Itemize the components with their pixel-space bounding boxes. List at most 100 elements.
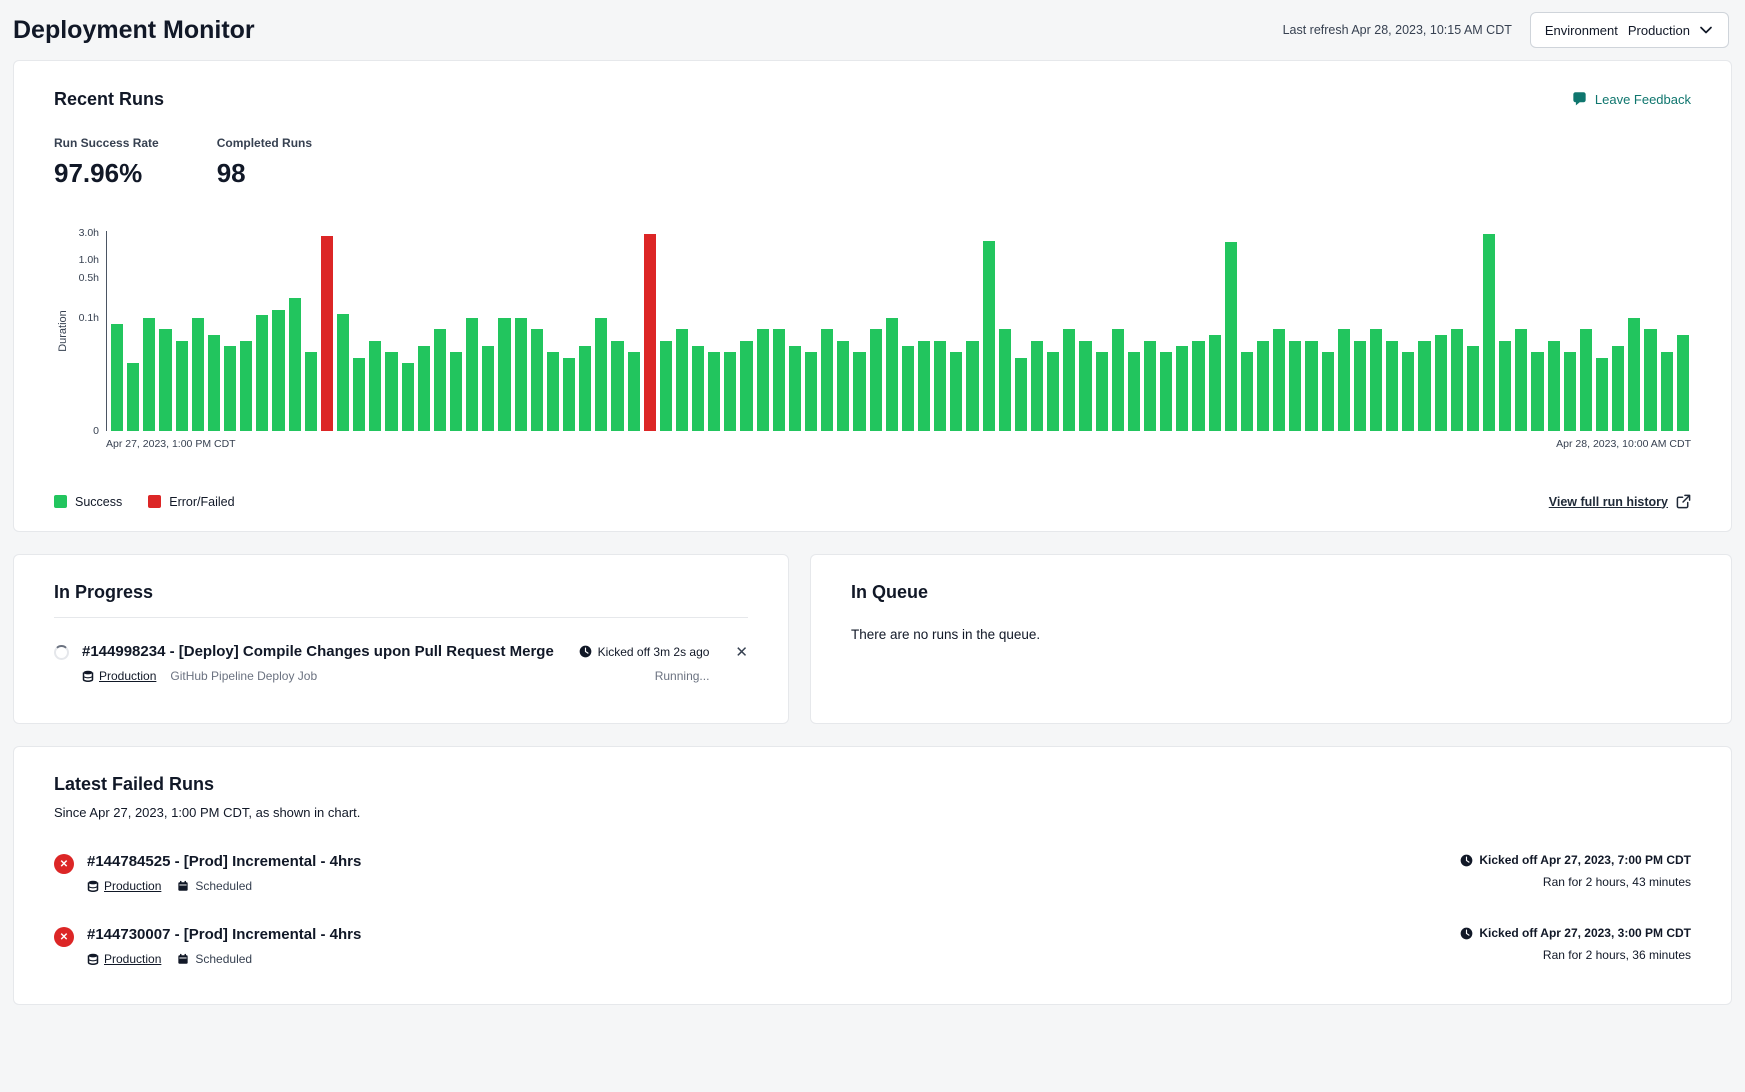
chart-bar-success[interactable]: [1096, 352, 1108, 431]
chart-bar-success[interactable]: [934, 341, 946, 431]
chart-bar-success[interactable]: [1241, 352, 1253, 431]
chart-bar-success[interactable]: [1515, 329, 1527, 431]
chart-bar-success[interactable]: [1015, 358, 1027, 431]
chart-bar-success[interactable]: [127, 363, 139, 431]
chart-bar-success[interactable]: [853, 352, 865, 431]
chart-bar-success[interactable]: [1354, 341, 1366, 431]
close-icon[interactable]: ✕: [735, 645, 748, 660]
chart-bar-success[interactable]: [434, 329, 446, 431]
chart-bar-success[interactable]: [402, 363, 414, 431]
chart-bar-success[interactable]: [1322, 352, 1334, 431]
chart-bar-success[interactable]: [1435, 335, 1447, 431]
chart-bar-success[interactable]: [1402, 352, 1414, 431]
chart-bar-success[interactable]: [886, 318, 898, 431]
chart-bar-success[interactable]: [724, 352, 736, 431]
chart-bar-success[interactable]: [1305, 341, 1317, 431]
chart-bar-success[interactable]: [208, 335, 220, 431]
chart-bar-success[interactable]: [1112, 329, 1124, 431]
leave-feedback-button[interactable]: Leave Feedback: [1571, 91, 1691, 108]
chart-bar-success[interactable]: [1273, 329, 1285, 431]
chart-bar-success[interactable]: [385, 352, 397, 431]
chart-bar-success[interactable]: [740, 341, 752, 431]
chart-bar-success[interactable]: [143, 318, 155, 431]
chart-bar-success[interactable]: [805, 352, 817, 431]
chart-bar-error[interactable]: [321, 236, 333, 431]
chart-bar-success[interactable]: [902, 346, 914, 431]
chart-bar-success[interactable]: [353, 358, 365, 431]
chart-bar-success[interactable]: [1451, 329, 1463, 431]
chart-bar-success[interactable]: [1338, 329, 1350, 431]
chart-bar-success[interactable]: [224, 346, 236, 431]
chart-bar-success[interactable]: [337, 314, 349, 431]
chart-bar-success[interactable]: [1661, 352, 1673, 431]
chart-bar-success[interactable]: [289, 298, 301, 431]
chart-bar-success[interactable]: [918, 341, 930, 431]
chart-bar-success[interactable]: [595, 318, 607, 431]
chart-bar-success[interactable]: [1144, 341, 1156, 431]
chart-bar-success[interactable]: [531, 329, 543, 431]
chart-bar-success[interactable]: [692, 346, 704, 431]
environment-link[interactable]: Production: [104, 952, 161, 966]
chart-bar-success[interactable]: [1257, 341, 1269, 431]
chart-bar-success[interactable]: [547, 352, 559, 431]
chart-bar-success[interactable]: [369, 341, 381, 431]
chart-bar-success[interactable]: [418, 346, 430, 431]
chart-bar-success[interactable]: [1612, 346, 1624, 431]
chart-bar-success[interactable]: [240, 341, 252, 431]
environment-link[interactable]: Production: [99, 669, 156, 683]
chart-bar-success[interactable]: [1047, 352, 1059, 431]
chart-bar-success[interactable]: [1209, 335, 1221, 431]
chart-bar-success[interactable]: [1225, 242, 1237, 431]
chart-bar-success[interactable]: [305, 352, 317, 431]
chart-bar-success[interactable]: [1128, 352, 1140, 431]
chart-bar-success[interactable]: [1580, 329, 1592, 431]
chart-bar-success[interactable]: [966, 341, 978, 431]
chart-bar-success[interactable]: [660, 341, 672, 431]
chart-bar-success[interactable]: [272, 310, 284, 431]
chart-bar-success[interactable]: [1628, 318, 1640, 431]
chart-bar-success[interactable]: [1677, 335, 1689, 431]
chart-bar-success[interactable]: [111, 324, 123, 431]
chart-bar-success[interactable]: [1160, 352, 1172, 431]
chart-bar-success[interactable]: [628, 352, 640, 431]
chart-bar-success[interactable]: [192, 318, 204, 431]
chart-bar-success[interactable]: [1289, 341, 1301, 431]
chart-bar-error[interactable]: [644, 234, 656, 431]
chart-bar-success[interactable]: [579, 346, 591, 431]
chart-bar-success[interactable]: [515, 318, 527, 431]
view-full-run-history-link[interactable]: View full run history: [1549, 494, 1691, 509]
chart-bar-success[interactable]: [1079, 341, 1091, 431]
chart-bar-success[interactable]: [466, 318, 478, 431]
chart-bar-success[interactable]: [611, 341, 623, 431]
chart-bar-success[interactable]: [1564, 352, 1576, 431]
chart-bar-success[interactable]: [1418, 341, 1430, 431]
chart-bar-success[interactable]: [837, 341, 849, 431]
environment-tag[interactable]: Production: [87, 952, 161, 966]
environment-tag[interactable]: Production: [87, 879, 161, 893]
chart-bar-success[interactable]: [950, 352, 962, 431]
environment-select[interactable]: Environment Production: [1530, 12, 1729, 48]
chart-bar-success[interactable]: [1467, 346, 1479, 431]
chart-bar-success[interactable]: [757, 329, 769, 431]
chart-bar-success[interactable]: [870, 329, 882, 431]
chart-bar-success[interactable]: [1644, 329, 1656, 431]
chart-bar-success[interactable]: [1548, 341, 1560, 431]
chart-bar-success[interactable]: [450, 352, 462, 431]
chart-bar-success[interactable]: [983, 241, 995, 431]
chart-bar-success[interactable]: [1063, 329, 1075, 431]
chart-bar-success[interactable]: [821, 329, 833, 431]
chart-bar-success[interactable]: [159, 329, 171, 431]
chart-bar-success[interactable]: [176, 341, 188, 431]
chart-bar-success[interactable]: [773, 329, 785, 431]
chart-bar-success[interactable]: [563, 358, 575, 431]
chart-bar-success[interactable]: [708, 352, 720, 431]
chart-bar-success[interactable]: [1370, 329, 1382, 431]
chart-bar-success[interactable]: [676, 329, 688, 431]
chart-bar-success[interactable]: [482, 346, 494, 431]
chart-bar-success[interactable]: [1176, 346, 1188, 431]
chart-bar-success[interactable]: [498, 318, 510, 431]
chart-bar-success[interactable]: [1386, 341, 1398, 431]
chart-bar-success[interactable]: [1031, 341, 1043, 431]
environment-link[interactable]: Production: [104, 879, 161, 893]
chart-bar-success[interactable]: [1192, 341, 1204, 431]
